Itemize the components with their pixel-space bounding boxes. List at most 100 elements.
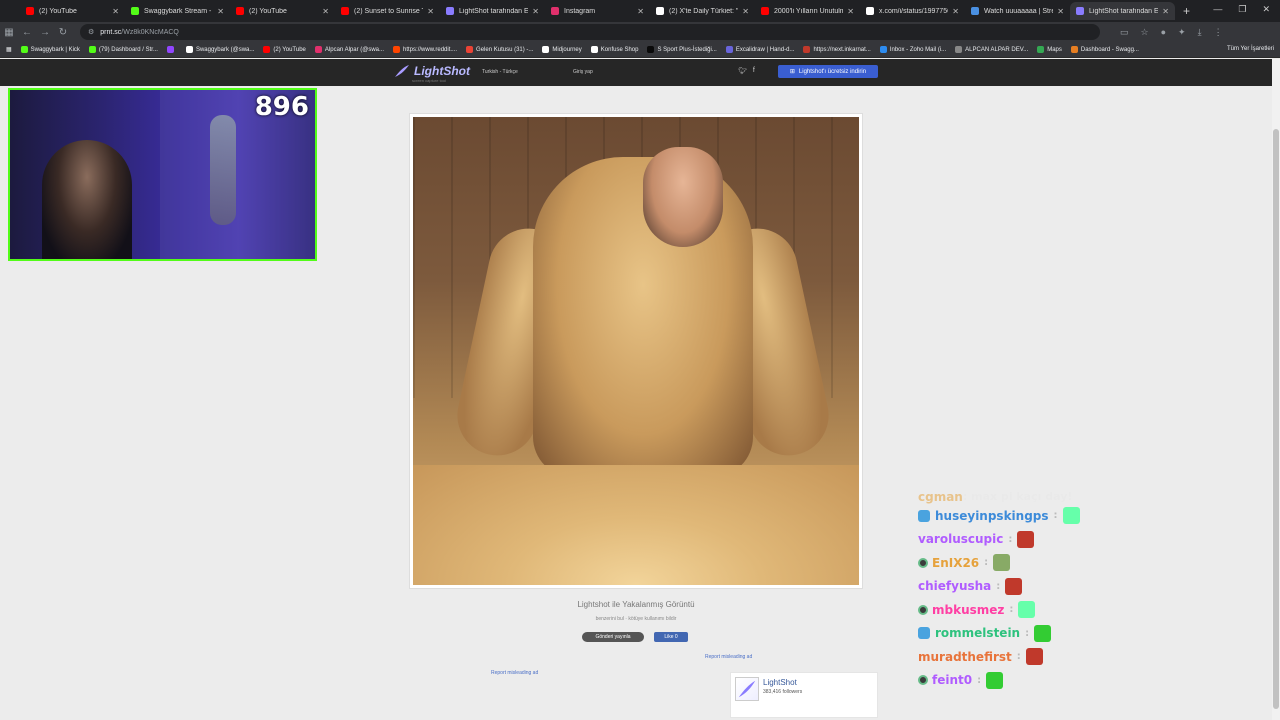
report-ad-link[interactable]: Report misleading ad (705, 654, 752, 660)
chat-username[interactable]: mbkusmez (932, 603, 1004, 617)
youtube-icon (761, 7, 769, 15)
browser-tab[interactable]: Instagram ✕ (545, 2, 650, 20)
chat-username[interactable]: cgman (918, 490, 963, 504)
bookmark-item[interactable]: Dashboard - Swagg... (1070, 46, 1139, 53)
close-tab-icon[interactable]: ✕ (112, 7, 119, 16)
login-link[interactable]: Giriş yap (573, 69, 593, 75)
bookmark-label: Konfuse Shop (600, 46, 639, 53)
screenshot-image[interactable] (409, 113, 863, 589)
all-bookmarks-link[interactable]: Tüm Yer İşaretleri (1227, 46, 1274, 52)
bookmark-item[interactable]: https://next.inkarnat... (803, 46, 871, 53)
bookmark-item[interactable]: Alpcan Alpar (@swa... (314, 46, 384, 53)
bookmark-item[interactable]: Konfuse Shop (590, 46, 639, 53)
tab-title: LightShot tarafından Ekra (459, 7, 529, 15)
chat-username[interactable]: rommelstein (935, 626, 1020, 640)
close-tab-icon[interactable]: ✕ (1057, 7, 1064, 16)
site-info-icon[interactable]: ⚙ (88, 28, 94, 36)
close-tab-icon[interactable]: ✕ (637, 7, 644, 16)
language-selector[interactable]: Turkish - Türkçe (482, 69, 518, 75)
lightshot-logo[interactable]: LightShot screen capture tool (394, 64, 470, 83)
fb-page-name[interactable]: LightShot (763, 678, 797, 687)
twitter-icon[interactable]: 🐦︎ (738, 67, 747, 75)
window-controls: — ❐ ✕ (1213, 4, 1270, 15)
chat-username[interactable]: EnIX26 (932, 556, 979, 570)
close-tab-icon[interactable]: ✕ (322, 7, 329, 16)
image-links[interactable]: benzerini bul · kötüye kullanımı bildir (409, 616, 863, 622)
extension-icon[interactable]: ● (1161, 27, 1166, 38)
bookmark-item[interactable]: Swaggybark (@swa... (185, 46, 254, 53)
emote-green-icon (1034, 624, 1052, 642)
forward-icon[interactable]: → (36, 27, 54, 38)
bookmark-favicon-icon (879, 46, 887, 53)
apps-icon[interactable]: ▦ (0, 27, 18, 38)
browser-tab[interactable]: (2) YouTube ✕ (20, 2, 125, 20)
bookmark-item[interactable] (166, 46, 177, 53)
cast-icon[interactable]: ▭ (1120, 27, 1129, 38)
bookmark-item[interactable]: Midjourney (542, 46, 582, 53)
url-input[interactable]: ⚙ prnt.sc /Wz8k0KNcMACQ (80, 24, 1100, 40)
browser-tab[interactable]: (2) YouTube ✕ (230, 2, 335, 20)
chat-message: varoluscupic: (918, 528, 1118, 552)
lightshot-header: LightShot screen capture tool Turkish - … (0, 59, 1280, 86)
emote-face-icon (1062, 507, 1080, 525)
browser-tab[interactable]: Watch uuuaaaaa | Stream ✕ (965, 2, 1070, 20)
menu-icon[interactable]: ⋮ (1214, 27, 1223, 38)
report-ad-link-2[interactable]: Report misleading ad (491, 670, 538, 676)
close-tab-icon[interactable]: ✕ (217, 7, 224, 16)
back-icon[interactable]: ← (18, 27, 36, 38)
browser-tab[interactable]: (2) Sunset to Sunrise Tok ✕ (335, 2, 440, 20)
bookmark-item[interactable]: Maps (1037, 46, 1062, 53)
bookmark-item[interactable]: Swaggybark | Kick (20, 46, 80, 53)
close-tab-icon[interactable]: ✕ (1162, 7, 1169, 16)
like-button[interactable]: Like 0 (654, 632, 688, 642)
browser-tab[interactable]: 2000'li Yılların Unutulma ✕ (755, 2, 860, 20)
youtube-icon (236, 7, 244, 15)
chat-username[interactable]: muradthefirst (918, 650, 1012, 664)
close-window-icon[interactable]: ✕ (1262, 4, 1270, 15)
extensions-puzzle-icon[interactable]: ✦ (1178, 27, 1186, 38)
chat-username[interactable]: huseyinpskingps (935, 509, 1049, 523)
close-tab-icon[interactable]: ✕ (952, 7, 959, 16)
browser-tab[interactable]: Swaggybark Stream - Wa ✕ (125, 2, 230, 20)
bookmark-star-icon[interactable]: ☆ (1141, 27, 1149, 38)
chat-username[interactable]: varoluscupic (918, 532, 1003, 546)
download-icon[interactable]: ⤓ (1198, 27, 1202, 38)
maximize-icon[interactable]: ❐ (1238, 4, 1246, 15)
tweet-button[interactable]: Gönderi yayınla (582, 632, 644, 642)
page-scrollbar[interactable] (1272, 59, 1280, 720)
minimize-icon[interactable]: — (1213, 4, 1222, 15)
browser-tab[interactable]: (2) X'te Daily Türkiet: "Su✕ (650, 2, 755, 20)
cashew-pile (413, 465, 859, 585)
close-tab-icon[interactable]: ✕ (847, 7, 854, 16)
bookmark-item[interactable]: Excalidraw | Hand-d... (725, 46, 794, 53)
close-tab-icon[interactable]: ✕ (532, 7, 539, 16)
bookmark-label: Dashboard - Swagg... (1080, 46, 1139, 53)
social-links: 🐦︎ f (738, 67, 755, 75)
bookmark-item[interactable]: S Sport Plus-İstediği... (647, 46, 717, 53)
bookmark-item[interactable]: (2) YouTube (263, 46, 306, 53)
logo-text: LightShot (414, 64, 470, 78)
new-tab-icon[interactable]: + (1183, 4, 1190, 18)
lightshot-icon (1076, 7, 1084, 15)
scrollbar-thumb[interactable] (1273, 129, 1279, 709)
facebook-icon[interactable]: f (753, 67, 755, 75)
close-tab-icon[interactable]: ✕ (742, 7, 749, 16)
bookmark-item[interactable]: Gelen Kutusu (31) -... (466, 46, 533, 53)
chat-username[interactable]: feint0 (932, 673, 972, 687)
bookmark-item[interactable]: https://www.reddit.... (393, 46, 457, 53)
bookmark-item[interactable]: ALPCAN ALPAR DEV... (955, 46, 1028, 53)
bookmark-item[interactable]: (79) Dashboard / Str... (88, 46, 158, 53)
browser-tab[interactable]: x.com/i/status/19977565 ✕ (860, 2, 965, 20)
facebook-page-widget[interactable]: LightShot 383,416 followers (730, 672, 878, 718)
apps-grid-icon[interactable]: ▦ (6, 46, 12, 53)
browser-tab[interactable]: LightShot tarafından Ekra✕ (440, 2, 545, 20)
chat-username[interactable]: chiefyusha (918, 579, 991, 593)
fb-followers: 383,416 followers (763, 689, 803, 695)
bookmark-item[interactable]: Inbox - Zoho Mail (i... (879, 46, 946, 53)
youtube-icon (26, 7, 34, 15)
reload-icon[interactable]: ↻ (54, 27, 72, 38)
close-tab-icon[interactable]: ✕ (427, 7, 434, 16)
bookmark-label: Gelen Kutusu (31) -... (476, 46, 534, 53)
download-button[interactable]: ⊞ Lightshot'ı ücretsiz indirin (778, 65, 878, 78)
browser-tab[interactable]: LightShot tarafından Ekra✕ (1070, 2, 1175, 20)
